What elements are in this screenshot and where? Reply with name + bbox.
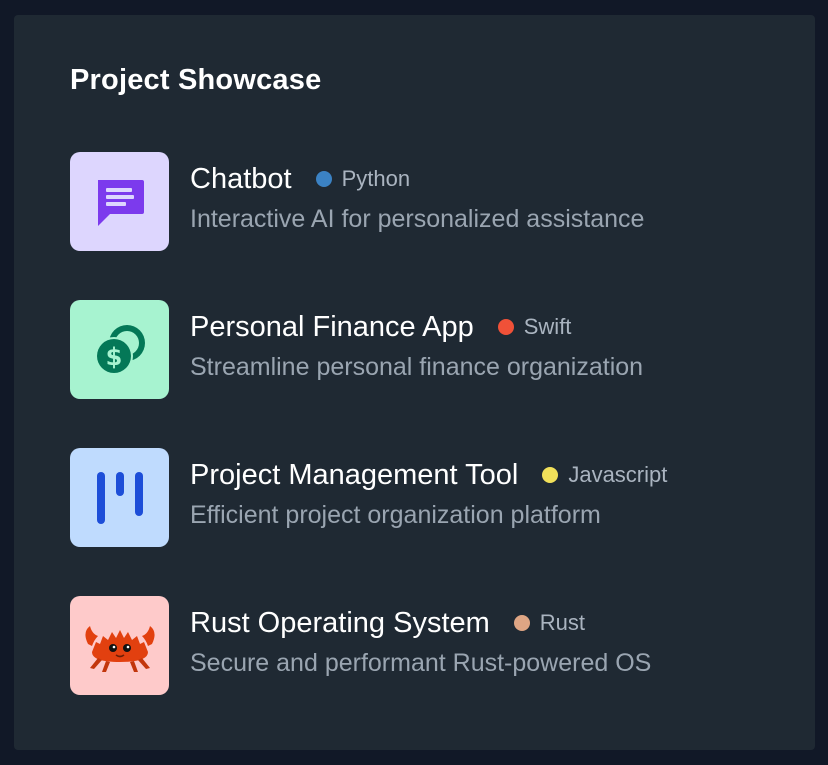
project-name: Chatbot bbox=[190, 162, 292, 195]
language-label: Python bbox=[341, 166, 411, 191]
language-label: Javascript bbox=[568, 462, 668, 487]
language-label: Swift bbox=[523, 314, 572, 339]
project-description: Secure and performant Rust-powered OS bbox=[190, 649, 652, 677]
project-description: Efficient project organization platform bbox=[190, 501, 601, 529]
project-icon-tile bbox=[70, 152, 169, 251]
project-item-rust-operating-system[interactable]: Rust Operating System Rust Secure and pe… bbox=[70, 596, 790, 744]
language-dot bbox=[315, 171, 332, 187]
language-dot bbox=[542, 467, 559, 483]
ferris-crab-icon bbox=[84, 625, 155, 672]
language-label: Rust bbox=[539, 610, 586, 635]
project-header-row: Rust Operating System Rust bbox=[190, 602, 790, 644]
project-item-personal-finance-app[interactable]: $ Personal Finance App Swift Streamline … bbox=[70, 300, 790, 448]
project-text: Rust Operating System Rust Secure and pe… bbox=[190, 602, 790, 678]
svg-text:$: $ bbox=[105, 343, 122, 371]
project-icon-tile: $ bbox=[70, 300, 169, 399]
language-tag: Rust bbox=[513, 610, 586, 636]
project-showcase-card: Project Showcase Chatbot Python Interact… bbox=[14, 15, 815, 750]
language-dot bbox=[497, 319, 514, 335]
chat-bubble-icon bbox=[97, 179, 144, 226]
language-tag: Swift bbox=[497, 314, 572, 340]
project-header-row: Chatbot Python bbox=[190, 158, 790, 200]
project-item-chatbot[interactable]: Chatbot Python Interactive AI for person… bbox=[70, 152, 790, 300]
language-tag: Python bbox=[315, 166, 411, 192]
project-name: Personal Finance App bbox=[190, 310, 474, 343]
project-name: Project Management Tool bbox=[190, 458, 519, 491]
project-header-row: Project Management Tool Javascript bbox=[190, 454, 790, 496]
coins-dollar-icon: $ bbox=[94, 324, 145, 375]
section-title: Project Showcase bbox=[70, 64, 322, 96]
kanban-columns-icon bbox=[96, 471, 143, 524]
project-item-project-management-tool[interactable]: Project Management Tool Javascript Effic… bbox=[70, 448, 790, 596]
project-description: Streamline personal finance organization bbox=[190, 353, 644, 381]
project-list: Chatbot Python Interactive AI for person… bbox=[70, 152, 790, 744]
project-icon-tile bbox=[70, 596, 169, 695]
project-description: Interactive AI for personalized assistan… bbox=[190, 205, 645, 233]
project-name: Rust Operating System bbox=[190, 606, 490, 639]
project-header-row: Personal Finance App Swift bbox=[190, 306, 790, 348]
project-text: Project Management Tool Javascript Effic… bbox=[190, 454, 790, 530]
language-dot bbox=[513, 615, 530, 631]
project-icon-tile bbox=[70, 448, 169, 547]
language-tag: Javascript bbox=[542, 462, 667, 488]
project-text: Personal Finance App Swift Streamline pe… bbox=[190, 306, 790, 382]
project-text: Chatbot Python Interactive AI for person… bbox=[190, 158, 790, 234]
